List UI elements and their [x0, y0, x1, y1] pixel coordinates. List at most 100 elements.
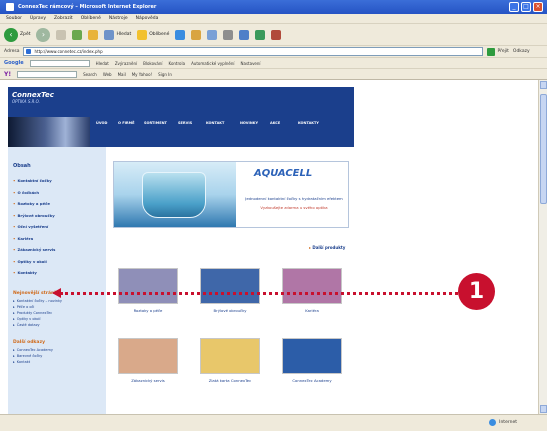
- yahoo-signin-button[interactable]: Sign In: [158, 72, 172, 77]
- menu-bar: Soubor Úpravy Zobrazit Oblíbené Nástroje…: [0, 14, 547, 24]
- menu-view[interactable]: Zobrazit: [54, 16, 73, 21]
- yahoo-toolbar: Y! Search Web Mail My Yahoo! Sign In: [0, 69, 547, 80]
- search-icon: [104, 29, 115, 40]
- back-arrow-icon: ‹: [4, 27, 18, 42]
- product-tile[interactable]: Kariéra: [277, 268, 347, 313]
- mail-icon[interactable]: [207, 29, 218, 40]
- sidebar-item-kontakty[interactable]: Kontakty: [13, 267, 106, 279]
- google-popup-blocker[interactable]: Blokování: [143, 61, 162, 66]
- site-logo[interactable]: ConnexTec OPTIKA S.R.O.: [12, 91, 54, 104]
- scroll-up-arrow-icon[interactable]: [540, 81, 547, 89]
- sidebar-heading: Obsah: [13, 163, 31, 169]
- back-button[interactable]: ‹ Zpět: [4, 27, 31, 42]
- product-caption: Roztoky a péče: [133, 308, 163, 313]
- product-tile[interactable]: ConnexTec Academy: [277, 338, 347, 383]
- header-photo: [8, 117, 90, 147]
- address-bar: Adresa http://www.connetec.cz/index.php …: [0, 46, 547, 58]
- messenger-icon[interactable]: [271, 29, 282, 40]
- yahoo-mail-button[interactable]: Mail: [118, 72, 126, 77]
- sidebar-item[interactable]: Optiky v okolí: [13, 256, 106, 268]
- edit-icon[interactable]: [239, 29, 250, 40]
- scroll-thumb[interactable]: [540, 94, 547, 204]
- sidebar-item[interactable]: O čočkách: [13, 187, 106, 199]
- google-settings-button[interactable]: Nastavení: [241, 61, 261, 66]
- google-highlight-button[interactable]: Zvýraznění: [115, 61, 137, 66]
- callout-dotted-line: [60, 292, 470, 295]
- google-toolbar: Google Hledat Zvýraznění Blokování Kontr…: [0, 58, 547, 69]
- nav-products[interactable]: SORTIMENT: [144, 121, 167, 125]
- forward-button[interactable]: ›: [36, 27, 51, 42]
- scroll-down-arrow-icon[interactable]: [540, 405, 547, 413]
- discuss-icon[interactable]: [255, 29, 266, 40]
- yahoo-my-button[interactable]: My Yahoo!: [132, 72, 152, 77]
- go-arrow-icon: [487, 47, 496, 56]
- nav-contact[interactable]: KONTAKT: [206, 121, 224, 125]
- sidebar-item[interactable]: Zákaznický servis: [13, 244, 106, 256]
- minimize-button[interactable]: _: [509, 2, 519, 12]
- google-logo: Google: [4, 60, 24, 66]
- go-button[interactable]: Přejít: [487, 47, 509, 56]
- product-image: [118, 338, 178, 374]
- window-title: ConnexTec rámcový – Microsoft Internet E…: [18, 4, 157, 10]
- nav-news[interactable]: NOVINKY: [240, 121, 258, 125]
- promo-banner[interactable]: AQUACELL Jednodenní kontaktní čočky s hy…: [113, 161, 349, 228]
- maximize-button[interactable]: □: [521, 2, 531, 12]
- yahoo-search-button[interactable]: Search: [83, 72, 97, 77]
- back-label: Zpět: [20, 32, 31, 37]
- nav-contacts[interactable]: KONTAKTY: [298, 121, 319, 125]
- callout-number-badge: 1: [458, 273, 495, 310]
- nav-deals[interactable]: AKCE: [270, 121, 280, 125]
- sidebar-item[interactable]: Brýlové obroučky: [13, 210, 106, 222]
- site-brand-sub: OPTIKA S.R.O.: [12, 99, 40, 104]
- refresh-icon[interactable]: [72, 29, 83, 40]
- standard-toolbar: ‹ Zpět › Hledat Oblíbené: [0, 24, 547, 46]
- sidebar-sublist-2: ConnexTec Academy Barevné čočky Kontakt: [8, 347, 106, 365]
- product-image: [282, 338, 342, 374]
- star-icon: [137, 29, 148, 40]
- google-spellcheck-button[interactable]: Kontrola: [169, 61, 186, 66]
- banner-highlight: Vyzkoušejte zdarma u svého optika: [260, 205, 328, 210]
- more-products-link[interactable]: Další produkty: [309, 245, 345, 250]
- close-button[interactable]: ×: [533, 2, 543, 12]
- sidebar-item[interactable]: Kontaktní čočky: [13, 175, 106, 187]
- sidebar-item[interactable]: Oční vyšetření: [13, 221, 106, 233]
- menu-tools[interactable]: Nástroje: [109, 16, 128, 21]
- menu-favorites[interactable]: Oblíbené: [81, 16, 101, 21]
- search-button[interactable]: Hledat: [104, 29, 131, 40]
- stop-icon[interactable]: [56, 29, 67, 40]
- sidebar-item[interactable]: Kariéra: [13, 233, 106, 245]
- product-image: [282, 268, 342, 304]
- nav-about[interactable]: O FIRMĚ: [118, 121, 134, 125]
- sidebar-sublist: Kontaktní čočky – novinky Péče o oči Pro…: [8, 298, 106, 328]
- print-icon[interactable]: [223, 29, 234, 40]
- google-search-input[interactable]: [29, 59, 90, 67]
- site-brand: ConnexTec: [12, 91, 54, 99]
- sidebar-menu: Kontaktní čočky O čočkách Roztoky a péče…: [8, 169, 106, 279]
- vertical-scrollbar[interactable]: [538, 80, 547, 414]
- links-label[interactable]: Odkazy: [513, 49, 530, 54]
- nav-service[interactable]: SERVIS: [178, 121, 192, 125]
- yahoo-search-input[interactable]: [17, 70, 78, 78]
- sidebar-subitem[interactable]: Kontakt: [13, 359, 106, 365]
- product-tile[interactable]: Brýlové obroučky: [195, 268, 265, 313]
- menu-edit[interactable]: Úpravy: [30, 16, 46, 21]
- history-icon[interactable]: [191, 29, 202, 40]
- product-tile[interactable]: Zákaznický servis: [113, 338, 183, 383]
- sidebar-item[interactable]: Roztoky a péče: [13, 198, 106, 210]
- google-search-button[interactable]: Hledat: [96, 61, 109, 66]
- favorites-button[interactable]: Oblíbené: [137, 29, 169, 40]
- yahoo-logo: Y!: [4, 70, 12, 78]
- product-tile[interactable]: Zlatá karta ConnexTec: [195, 338, 265, 383]
- menu-help[interactable]: Nápověda: [136, 16, 159, 21]
- sidebar-subheading-2: Další odkazy: [13, 339, 45, 345]
- globe-icon: [489, 419, 497, 426]
- menu-file[interactable]: Soubor: [6, 16, 22, 21]
- yahoo-web-button[interactable]: Web: [103, 72, 112, 77]
- google-autofill-button[interactable]: Automatické vyplnění: [191, 61, 234, 66]
- browser-viewport: ConnexTec OPTIKA S.R.O. ÚVOD O FIRMĚ SOR…: [0, 80, 538, 414]
- product-tile[interactable]: Roztoky a péče: [113, 268, 183, 313]
- nav-home[interactable]: ÚVOD: [96, 121, 107, 125]
- media-icon[interactable]: [175, 29, 186, 40]
- address-input[interactable]: http://www.connetec.cz/index.php: [23, 47, 484, 56]
- home-icon[interactable]: [88, 29, 99, 40]
